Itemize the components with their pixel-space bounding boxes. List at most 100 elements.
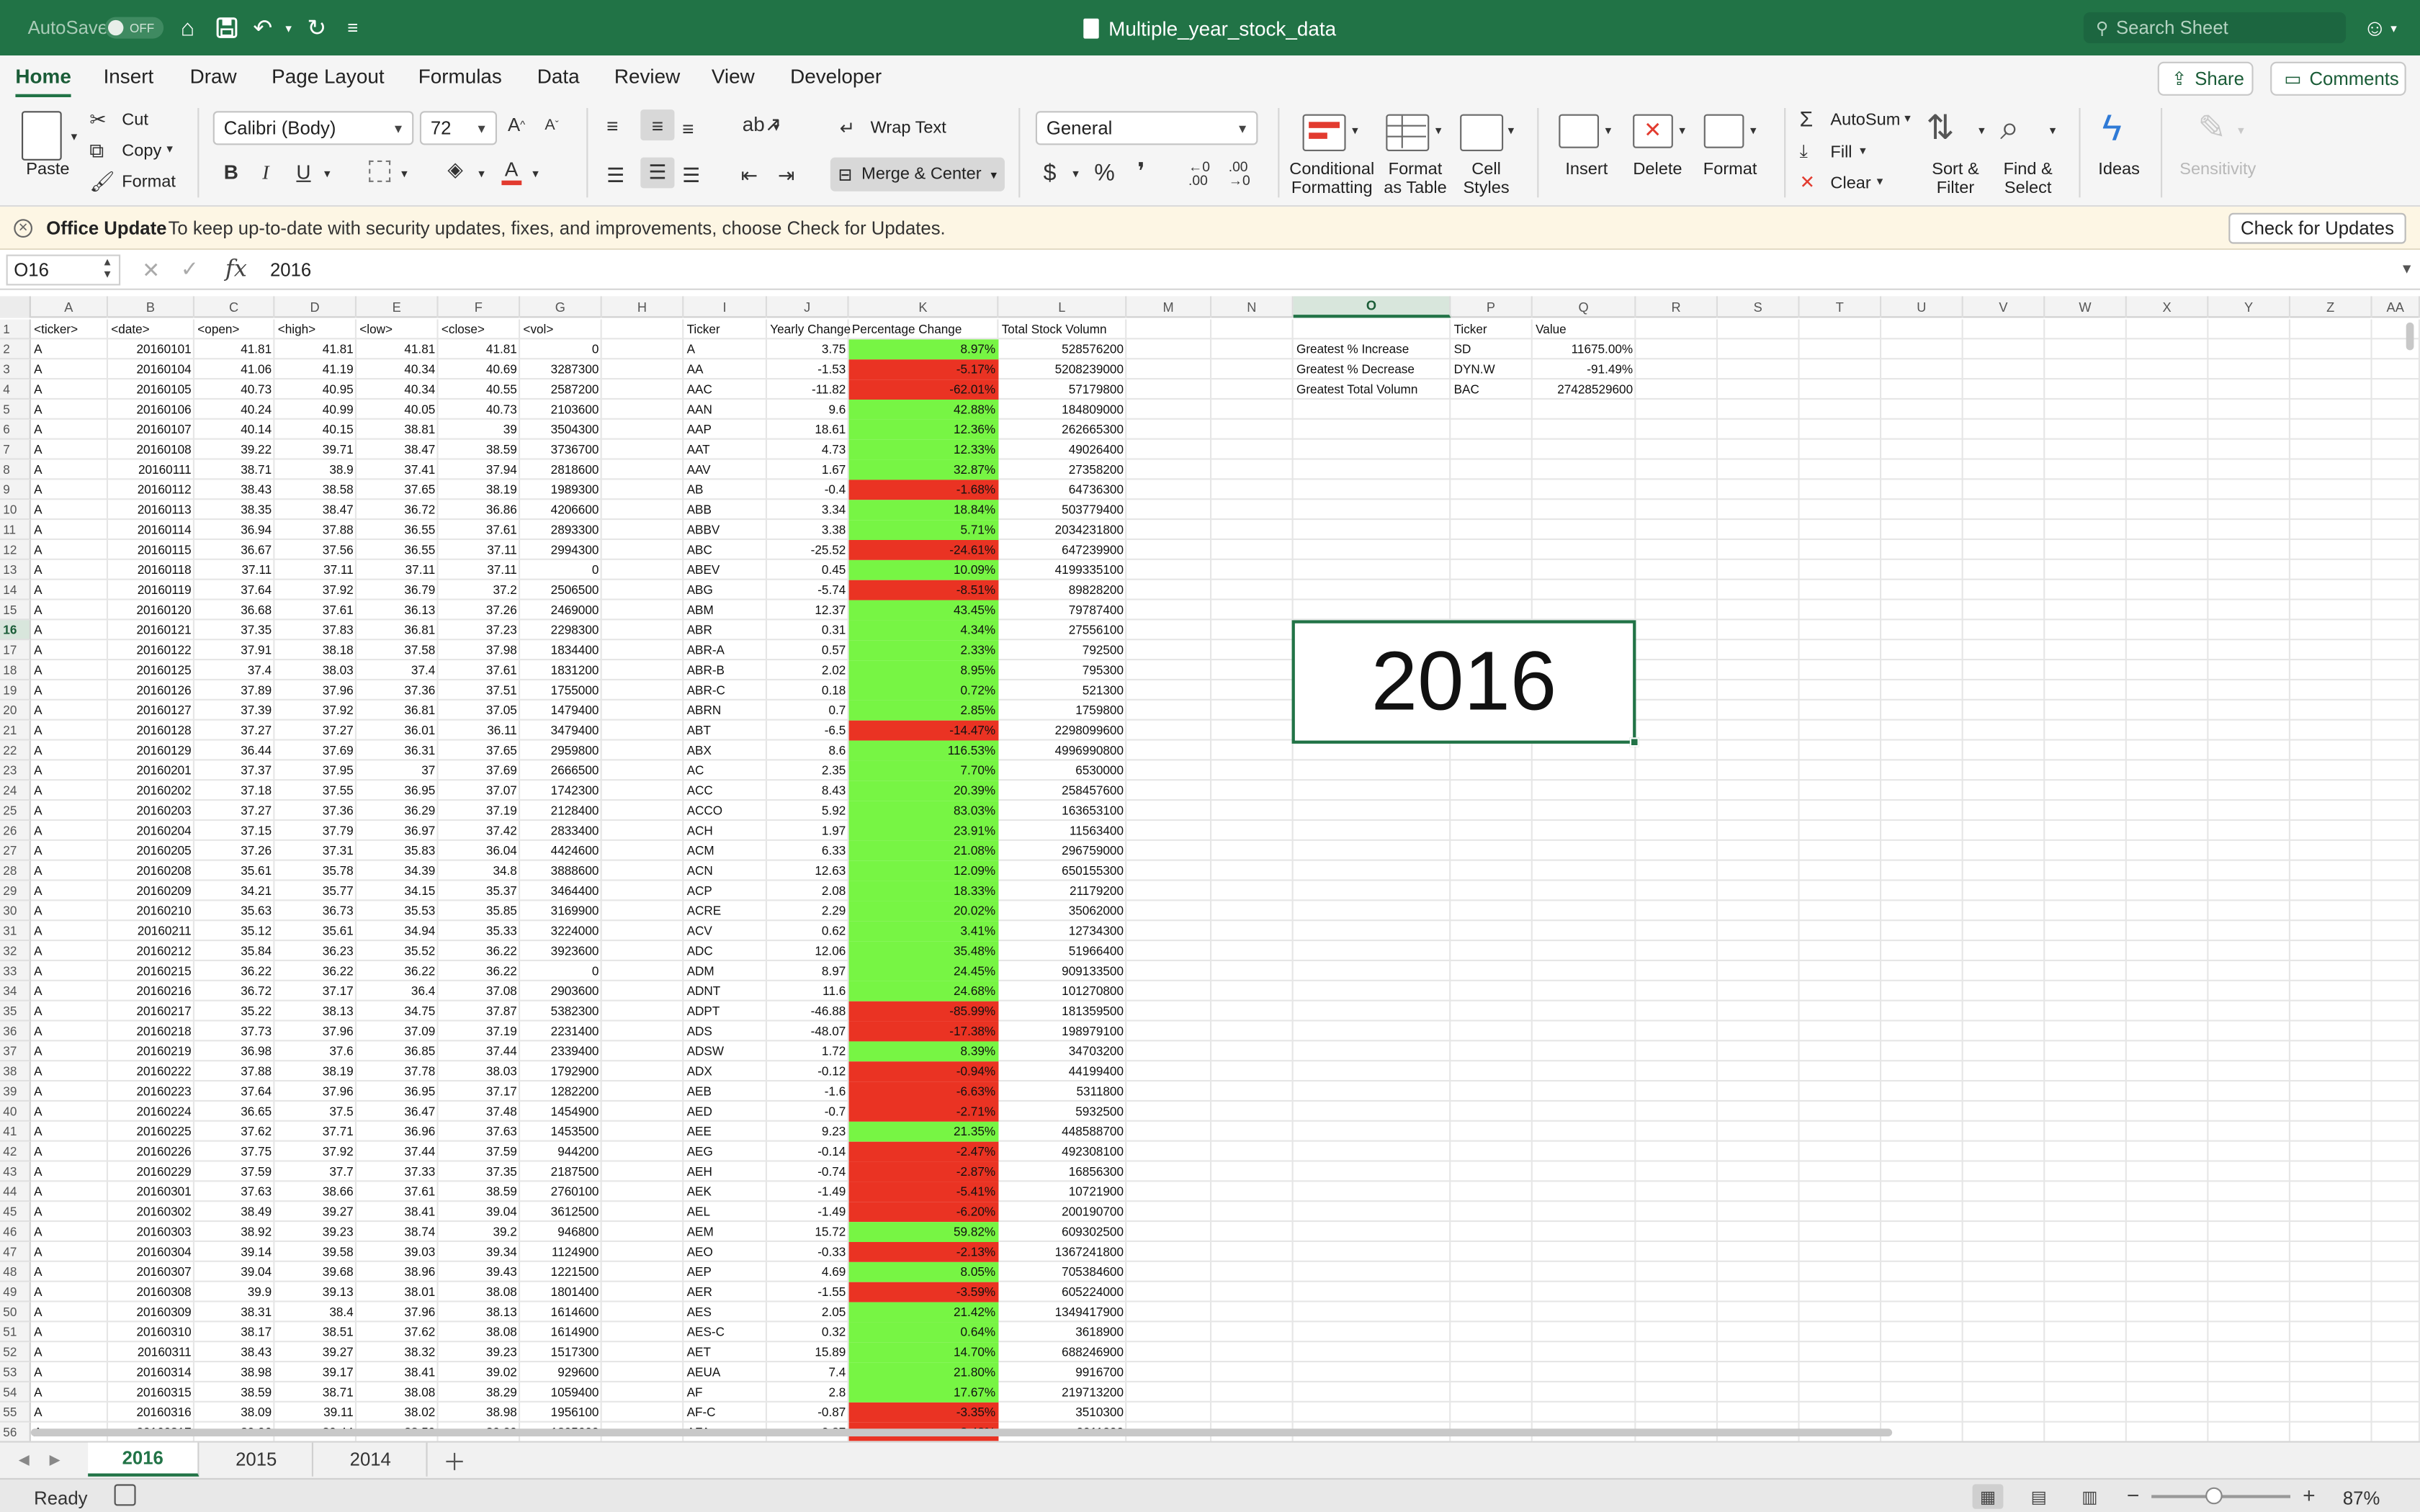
table-cell[interactable]: 36.29 [357,801,439,821]
merge-center-button[interactable]: ⊟ Merge & Center ▾ [830,157,1005,192]
row-header[interactable]: 15 [0,600,31,621]
percentage-change-cell[interactable]: 3.41% [849,921,999,941]
table-cell[interactable]: 1282200 [520,1081,602,1102]
table-cell[interactable]: A [31,1142,108,1162]
table-cell[interactable]: 37.44 [439,1041,521,1061]
column-header-cell[interactable]: <ticker> [31,320,108,340]
row-header[interactable]: 52 [0,1342,31,1363]
table-cell[interactable]: 37.69 [439,760,521,780]
table-cell[interactable]: 37.96 [357,1302,439,1323]
yearly-change-cell[interactable]: -11.82 [767,379,849,400]
table-cell[interactable]: 37.94 [439,460,521,480]
table-cell[interactable]: 20160106 [108,400,194,420]
row-header[interactable]: 30 [0,901,31,922]
table-cell[interactable]: 38.98 [194,1362,274,1382]
table-cell[interactable]: 40.14 [194,420,274,440]
table-cell[interactable]: A [31,1162,108,1182]
wrap-text-icon[interactable]: ↵ [840,117,856,139]
table-cell[interactable]: 37.92 [274,701,357,721]
row-header[interactable]: 12 [0,540,31,560]
table-cell[interactable]: 39 [439,420,521,440]
greatest-ticker-cell[interactable]: SD [1451,339,1533,359]
table-cell[interactable]: 40.34 [357,359,439,379]
percentage-change-cell[interactable]: -5.17% [849,359,999,379]
select-all-corner[interactable] [0,296,31,318]
table-cell[interactable]: 36.68 [194,600,274,621]
table-cell[interactable]: 37.65 [439,741,521,761]
table-cell[interactable]: 1124900 [520,1242,602,1262]
table-cell[interactable]: 20160229 [108,1162,194,1182]
table-cell[interactable]: 40.15 [274,420,357,440]
table-cell[interactable]: 38.01 [357,1282,439,1302]
tab-home[interactable]: Home [15,65,71,88]
table-cell[interactable]: A [31,1242,108,1262]
total-volume-cell[interactable]: 9916700 [998,1362,1126,1382]
table-cell[interactable]: 37.09 [357,1022,439,1042]
column-header[interactable]: F [439,296,521,318]
comma-style-icon[interactable]: ❜ [1137,158,1144,185]
table-cell[interactable]: 37.96 [274,680,357,701]
close-message-icon[interactable]: ✕ [14,219,32,238]
table-cell[interactable]: 3923600 [520,941,602,961]
table-cell[interactable]: 20160309 [108,1302,194,1323]
row-header[interactable]: 5 [0,400,31,420]
table-cell[interactable]: 37.98 [439,640,521,660]
table-cell[interactable]: 38.09 [194,1403,274,1423]
table-cell[interactable]: A [31,961,108,981]
row-header[interactable]: 53 [0,1362,31,1382]
table-cell[interactable]: 3224000 [520,921,602,941]
table-cell[interactable]: 41.19 [274,359,357,379]
table-cell[interactable]: 37.18 [194,780,274,801]
column-header-cell[interactable]: Total Stock Volumn [998,320,1126,340]
table-cell[interactable]: 38.13 [274,1002,357,1022]
yearly-change-cell[interactable]: 5.92 [767,801,849,821]
row-header[interactable]: 48 [0,1261,31,1282]
table-cell[interactable]: A [31,379,108,400]
yearly-change-cell[interactable]: 3.38 [767,520,849,540]
column-header-cell[interactable]: Ticker [684,320,767,340]
table-cell[interactable]: 37.05 [439,701,521,721]
yearly-change-cell[interactable]: 12.37 [767,600,849,621]
table-cell[interactable]: 37.26 [439,600,521,621]
summary-ticker-cell[interactable]: ACC [684,780,767,801]
percentage-change-cell[interactable]: 2.85% [849,701,999,721]
table-cell[interactable]: 35.78 [274,861,357,881]
table-cell[interactable]: A [31,1262,108,1282]
formula-input[interactable]: 2016 [270,259,311,281]
table-cell[interactable]: 20160112 [108,480,194,500]
table-cell[interactable]: 37.27 [274,721,357,741]
table-cell[interactable]: 37.4 [357,660,439,680]
table-cell[interactable]: 35.33 [439,921,521,941]
total-volume-cell[interactable]: 10721900 [998,1182,1126,1202]
yearly-change-cell[interactable]: -0.33 [767,1242,849,1262]
table-cell[interactable]: 38.81 [357,420,439,440]
table-cell[interactable]: 1614900 [520,1322,602,1342]
table-cell[interactable]: 35.83 [357,841,439,861]
zoom-level[interactable]: 87% [2343,1488,2380,1509]
copy-button[interactable]: Copy [122,142,161,161]
column-header-cell[interactable]: <close> [439,320,521,340]
table-cell[interactable]: 37.15 [194,821,274,841]
table-cell[interactable]: 4424600 [520,841,602,861]
zoom-slider-knob[interactable] [2205,1487,2223,1505]
total-volume-cell[interactable]: 5932500 [998,1102,1126,1122]
table-cell[interactable]: 41.81 [439,339,521,359]
row-header[interactable]: 25 [0,801,31,821]
yearly-change-cell[interactable]: 0.57 [767,640,849,660]
summary-ticker-cell[interactable]: ADS [684,1022,767,1042]
tab-draw[interactable]: Draw [190,65,237,88]
table-cell[interactable]: 37.59 [439,1142,521,1162]
table-cell[interactable]: 37.63 [194,1182,274,1202]
clear-button[interactable]: Clear [1830,174,1870,193]
ideas-button[interactable]: Ideas [2087,161,2151,179]
yearly-change-cell[interactable]: 2.35 [767,760,849,780]
summary-ticker-cell[interactable]: ADPT [684,1002,767,1022]
percentage-change-cell[interactable]: 23.91% [849,821,999,841]
summary-ticker-cell[interactable]: ABBV [684,520,767,540]
table-cell[interactable]: A [31,640,108,660]
page-layout-view-icon[interactable]: ▤ [2023,1484,2054,1508]
table-cell[interactable]: A [31,500,108,520]
table-cell[interactable]: 37.7 [274,1162,357,1182]
table-cell[interactable]: 20160203 [108,801,194,821]
yearly-change-cell[interactable]: -5.74 [767,580,849,600]
